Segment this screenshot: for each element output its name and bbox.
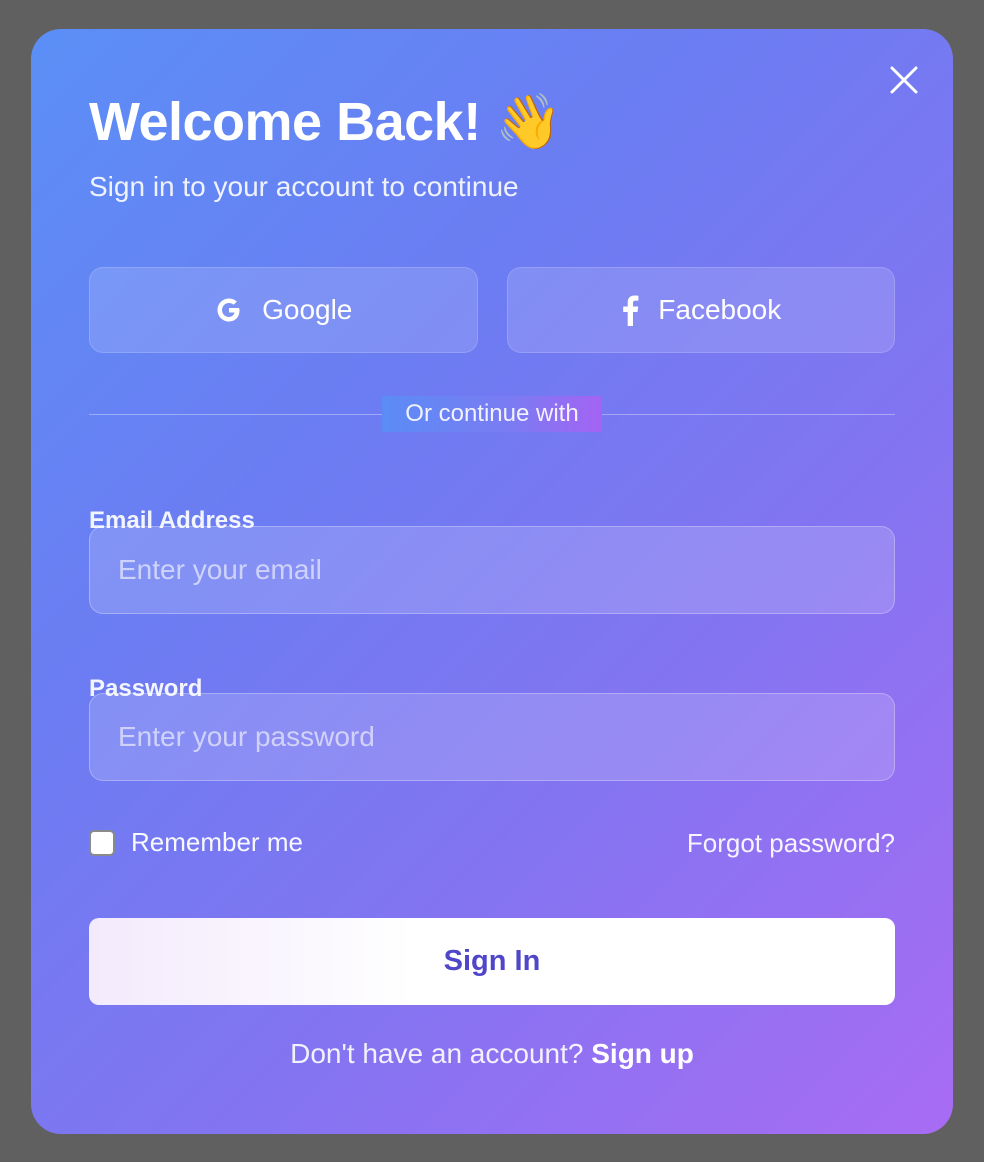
remember-me[interactable]: Remember me [89,827,303,858]
modal-title: Welcome Back! 👋 [89,92,562,152]
facebook-button-label: Facebook [658,294,782,325]
forgot-password-link[interactable]: Forgot password? [687,827,895,859]
password-input[interactable] [89,693,895,781]
facebook-button[interactable]: Facebook [506,267,895,353]
signin-options: Remember me Forgot password? [89,827,895,859]
remember-me-label: Remember me [131,827,303,857]
or-divider: Or continue with [89,396,895,432]
divider-label: Or continue with [382,396,602,432]
modal-subtitle: Sign in to your account to continue [89,171,519,202]
google-button-label: Google [262,294,353,325]
google-button[interactable]: Google [89,267,478,353]
signin-modal: Welcome Back! 👋 Sign in to your account … [31,29,953,1134]
signup-prompt-text: Don't have an account? [290,1038,584,1069]
facebook-icon [623,295,639,326]
signin-button[interactable]: Sign In [89,918,895,1005]
social-login-row: Google Facebook [89,267,895,353]
google-icon [217,298,240,322]
email-input[interactable] [89,526,895,614]
remember-me-checkbox[interactable] [89,829,115,856]
close-icon [890,66,918,94]
signup-link[interactable]: Sign up [591,1038,694,1069]
close-button[interactable] [887,63,921,97]
signup-prompt: Don't have an account? Sign up [31,1038,953,1070]
